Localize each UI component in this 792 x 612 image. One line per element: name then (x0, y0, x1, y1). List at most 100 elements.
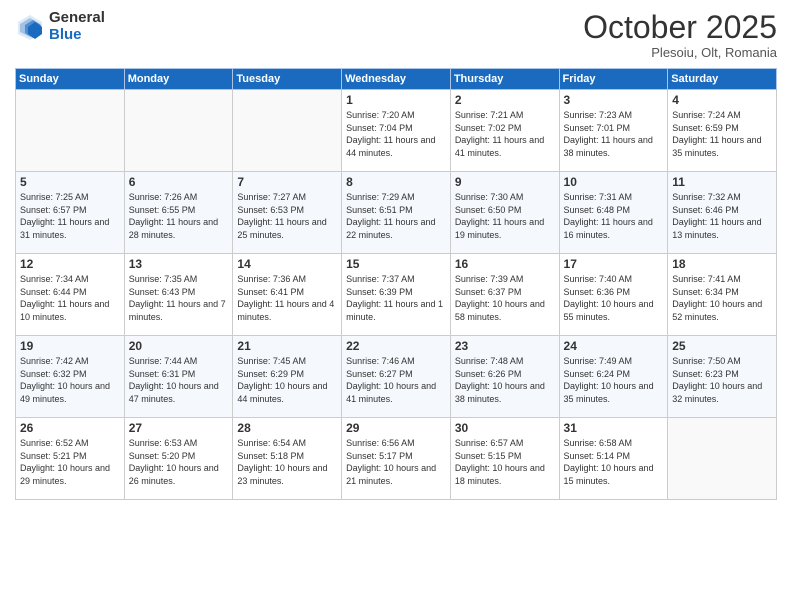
day-info: Sunrise: 7:44 AM Sunset: 6:31 PM Dayligh… (129, 355, 229, 405)
day-info: Sunrise: 7:46 AM Sunset: 6:27 PM Dayligh… (346, 355, 446, 405)
day-info: Sunrise: 7:24 AM Sunset: 6:59 PM Dayligh… (672, 109, 772, 159)
calendar-cell: 8 Sunrise: 7:29 AM Sunset: 6:51 PM Daylig… (342, 172, 451, 254)
day-info: Sunrise: 7:42 AM Sunset: 6:32 PM Dayligh… (20, 355, 120, 405)
day-info: Sunrise: 7:26 AM Sunset: 6:55 PM Dayligh… (129, 191, 229, 241)
week-row-3: 12 Sunrise: 7:34 AM Sunset: 6:44 PM Dayli… (16, 254, 777, 336)
day-info: Sunrise: 7:37 AM Sunset: 6:39 PM Dayligh… (346, 273, 446, 323)
logo-text: General Blue (49, 10, 105, 43)
calendar-cell: 30Sunrise: 6:57 AM Sunset: 5:15 PM Dayli… (450, 418, 559, 500)
day-info: Sunrise: 7:30 AM Sunset: 6:50 PM Dayligh… (455, 191, 555, 241)
day-number: 26 (20, 421, 120, 435)
day-info: Sunrise: 6:58 AM Sunset: 5:14 PM Dayligh… (564, 437, 664, 487)
day-info: Sunrise: 7:21 AM Sunset: 7:02 PM Dayligh… (455, 109, 555, 159)
day-number: 2 (455, 93, 555, 107)
header-tuesday: Tuesday (233, 69, 342, 90)
day-number: 3 (564, 93, 664, 107)
week-row-5: 26 Sunrise: 6:52 AM Sunset: 5:21 PM Dayli… (16, 418, 777, 500)
day-info: Sunrise: 7:29 AM Sunset: 6:51 PM Dayligh… (346, 191, 446, 241)
day-number: 7 (237, 175, 337, 189)
calendar-cell: 3 Sunrise: 7:23 AM Sunset: 7:01 PM Daylig… (559, 90, 668, 172)
calendar-cell: 21 Sunrise: 7:45 AM Sunset: 6:29 PM Dayli… (233, 336, 342, 418)
header-thursday: Thursday (450, 69, 559, 90)
calendar-cell (233, 90, 342, 172)
calendar-cell: 31 Sunrise: 6:58 AM Sunset: 5:14 PM Dayli… (559, 418, 668, 500)
day-info: Sunrise: 7:49 AM Sunset: 6:24 PM Dayligh… (564, 355, 664, 405)
day-info: Sunrise: 7:23 AM Sunset: 7:01 PM Dayligh… (564, 109, 664, 159)
calendar-cell: 14Sunrise: 7:36 AM Sunset: 6:41 PM Dayli… (233, 254, 342, 336)
calendar-cell: 5Sunrise: 7:25 AM Sunset: 6:57 PM Daylig… (16, 172, 125, 254)
week-row-1: 1 Sunrise: 7:20 AM Sunset: 7:04 PM Daylig… (16, 90, 777, 172)
day-info: Sunrise: 6:54 AM Sunset: 5:18 PM Dayligh… (237, 437, 337, 487)
calendar-cell: 28 Sunrise: 6:54 AM Sunset: 5:18 PM Dayli… (233, 418, 342, 500)
calendar-cell: 19 Sunrise: 7:42 AM Sunset: 6:32 PM Dayli… (16, 336, 125, 418)
calendar-cell (124, 90, 233, 172)
day-number: 8 (346, 175, 446, 189)
logo-blue-text: Blue (49, 27, 105, 44)
day-number: 31 (564, 421, 664, 435)
week-row-4: 19 Sunrise: 7:42 AM Sunset: 6:32 PM Dayli… (16, 336, 777, 418)
logo-general-text: General (49, 10, 105, 27)
day-info: Sunrise: 7:35 AM Sunset: 6:43 PM Dayligh… (129, 273, 229, 323)
day-number: 13 (129, 257, 229, 271)
calendar-cell: 7 Sunrise: 7:27 AM Sunset: 6:53 PM Daylig… (233, 172, 342, 254)
day-info: Sunrise: 6:57 AM Sunset: 5:15 PM Dayligh… (455, 437, 555, 487)
month-title: October 2025 (583, 10, 777, 45)
page: General Blue October 2025 Plesoiu, Olt, … (0, 0, 792, 612)
calendar-cell: 20 Sunrise: 7:44 AM Sunset: 6:31 PM Dayli… (124, 336, 233, 418)
day-number: 6 (129, 175, 229, 189)
calendar-cell: 22 Sunrise: 7:46 AM Sunset: 6:27 PM Dayli… (342, 336, 451, 418)
calendar-cell: 26 Sunrise: 6:52 AM Sunset: 5:21 PM Dayli… (16, 418, 125, 500)
calendar-cell: 24 Sunrise: 7:49 AM Sunset: 6:24 PM Dayli… (559, 336, 668, 418)
day-number: 16 (455, 257, 555, 271)
day-number: 17 (564, 257, 664, 271)
day-info: Sunrise: 6:52 AM Sunset: 5:21 PM Dayligh… (20, 437, 120, 487)
day-number: 4 (672, 93, 772, 107)
day-number: 12 (20, 257, 120, 271)
calendar-cell (16, 90, 125, 172)
day-number: 23 (455, 339, 555, 353)
calendar-cell: 23 Sunrise: 7:48 AM Sunset: 6:26 PM Dayli… (450, 336, 559, 418)
day-number: 21 (237, 339, 337, 353)
day-number: 19 (20, 339, 120, 353)
day-number: 18 (672, 257, 772, 271)
week-row-2: 5Sunrise: 7:25 AM Sunset: 6:57 PM Daylig… (16, 172, 777, 254)
day-info: Sunrise: 6:56 AM Sunset: 5:17 PM Dayligh… (346, 437, 446, 487)
day-info: Sunrise: 7:36 AM Sunset: 6:41 PM Dayligh… (237, 273, 337, 323)
calendar-cell: 25Sunrise: 7:50 AM Sunset: 6:23 PM Dayli… (668, 336, 777, 418)
day-info: Sunrise: 7:34 AM Sunset: 6:44 PM Dayligh… (20, 273, 120, 323)
header-saturday: Saturday (668, 69, 777, 90)
day-info: Sunrise: 7:40 AM Sunset: 6:36 PM Dayligh… (564, 273, 664, 323)
calendar-cell: 6 Sunrise: 7:26 AM Sunset: 6:55 PM Daylig… (124, 172, 233, 254)
day-number: 22 (346, 339, 446, 353)
day-number: 20 (129, 339, 229, 353)
calendar-cell: 4 Sunrise: 7:24 AM Sunset: 6:59 PM Daylig… (668, 90, 777, 172)
day-info: Sunrise: 7:20 AM Sunset: 7:04 PM Dayligh… (346, 109, 446, 159)
day-info: Sunrise: 6:53 AM Sunset: 5:20 PM Dayligh… (129, 437, 229, 487)
day-number: 24 (564, 339, 664, 353)
day-number: 9 (455, 175, 555, 189)
calendar-cell: 12 Sunrise: 7:34 AM Sunset: 6:44 PM Dayli… (16, 254, 125, 336)
logo: General Blue (15, 10, 105, 43)
calendar-cell: 18 Sunrise: 7:41 AM Sunset: 6:34 PM Dayli… (668, 254, 777, 336)
day-number: 27 (129, 421, 229, 435)
day-info: Sunrise: 7:31 AM Sunset: 6:48 PM Dayligh… (564, 191, 664, 241)
day-number: 29 (346, 421, 446, 435)
day-info: Sunrise: 7:45 AM Sunset: 6:29 PM Dayligh… (237, 355, 337, 405)
calendar-cell: 1 Sunrise: 7:20 AM Sunset: 7:04 PM Daylig… (342, 90, 451, 172)
calendar-cell: 16 Sunrise: 7:39 AM Sunset: 6:37 PM Dayli… (450, 254, 559, 336)
day-number: 5 (20, 175, 120, 189)
day-info: Sunrise: 7:32 AM Sunset: 6:46 PM Dayligh… (672, 191, 772, 241)
day-number: 10 (564, 175, 664, 189)
logo-icon (15, 12, 45, 42)
day-info: Sunrise: 7:39 AM Sunset: 6:37 PM Dayligh… (455, 273, 555, 323)
location-subtitle: Plesoiu, Olt, Romania (583, 45, 777, 60)
day-number: 1 (346, 93, 446, 107)
day-info: Sunrise: 7:48 AM Sunset: 6:26 PM Dayligh… (455, 355, 555, 405)
day-number: 28 (237, 421, 337, 435)
calendar-cell: 29 Sunrise: 6:56 AM Sunset: 5:17 PM Dayli… (342, 418, 451, 500)
day-number: 15 (346, 257, 446, 271)
calendar-cell: 13 Sunrise: 7:35 AM Sunset: 6:43 PM Dayli… (124, 254, 233, 336)
calendar-cell: 27 Sunrise: 6:53 AM Sunset: 5:20 PM Dayli… (124, 418, 233, 500)
day-info: Sunrise: 7:27 AM Sunset: 6:53 PM Dayligh… (237, 191, 337, 241)
day-info: Sunrise: 7:41 AM Sunset: 6:34 PM Dayligh… (672, 273, 772, 323)
